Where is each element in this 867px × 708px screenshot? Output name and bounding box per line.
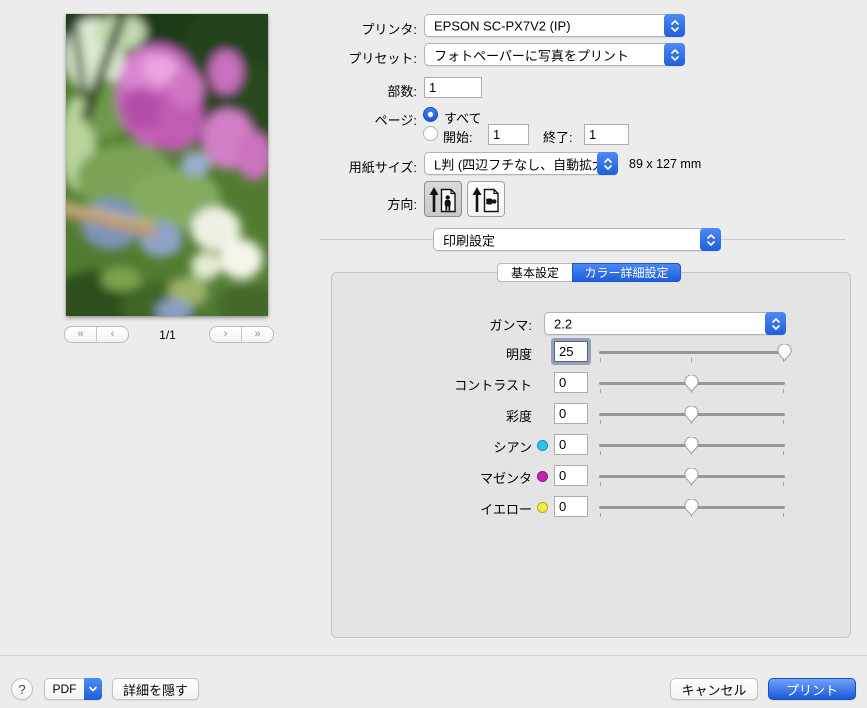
tick	[600, 420, 601, 424]
brightness-slider-thumb[interactable]	[777, 344, 792, 361]
copies-input[interactable]	[424, 77, 482, 98]
section-value: 印刷設定	[443, 233, 496, 248]
saturation-slider-thumb[interactable]	[684, 406, 699, 423]
pdf-menu-button[interactable]: PDF	[44, 678, 102, 700]
portrait-icon	[429, 186, 456, 212]
tick	[783, 389, 784, 393]
gamma-row: ガンマ: 2.2	[0, 312, 867, 338]
copies-label: 部数:	[387, 84, 417, 99]
yellow-input[interactable]	[554, 496, 588, 517]
tick	[600, 513, 601, 517]
landscape-icon	[472, 186, 499, 212]
chevron-up-down-icon	[597, 152, 618, 175]
yellow-color-dot	[537, 502, 548, 513]
gamma-popup[interactable]: 2.2	[544, 312, 786, 335]
tick	[783, 482, 784, 486]
cancel-button[interactable]: キャンセル	[670, 678, 758, 700]
printer-popup[interactable]: EPSON SC-PX7V2 (IP)	[424, 14, 685, 37]
brightness-slider-track[interactable]	[599, 351, 785, 354]
magenta-label: マゼンタ	[479, 471, 532, 486]
orientation-landscape-button[interactable]	[467, 181, 505, 217]
pages-range-radio[interactable]	[423, 126, 438, 141]
saturation-row: 彩度	[0, 403, 867, 429]
brightness-input[interactable]	[554, 341, 588, 362]
tick	[783, 420, 784, 424]
tick	[600, 451, 601, 455]
chevron-down-icon[interactable]	[84, 678, 102, 700]
yellow-row: イエロー	[0, 496, 867, 522]
preset-label: プリセット:	[348, 51, 417, 66]
pages-all-radio[interactable]	[423, 107, 438, 122]
cyan-slider-thumb[interactable]	[684, 437, 699, 454]
contrast-label: コントラスト	[454, 378, 532, 393]
paper-size-value: L判 (四辺フチなし、自動拡大)	[434, 157, 610, 172]
cyan-label: シアン	[493, 440, 532, 455]
brightness-row: 明度	[0, 341, 867, 367]
tab-color-detail-settings[interactable]: カラー詳細設定	[572, 263, 681, 282]
pages-from-label: 開始:	[443, 130, 473, 145]
tab-basic-settings[interactable]: 基本設定	[497, 263, 573, 282]
gamma-label: ガンマ:	[489, 318, 532, 333]
paper-size-popup[interactable]: L判 (四辺フチなし、自動拡大)	[424, 152, 618, 175]
yellow-label: イエロー	[480, 502, 532, 517]
hide-details-button[interactable]: 詳細を隠す	[112, 678, 199, 700]
gamma-value: 2.2	[554, 316, 573, 331]
magenta-input[interactable]	[554, 465, 588, 486]
chevron-up-down-icon	[664, 43, 685, 66]
pages-from-input[interactable]	[488, 124, 529, 145]
magenta-slider-thumb[interactable]	[684, 468, 699, 485]
chevron-up-down-icon	[765, 312, 786, 335]
print-preview-image	[66, 14, 268, 316]
cyan-row: シアン	[0, 434, 867, 460]
magenta-row: マゼンタ	[0, 465, 867, 491]
paper-size-label: 用紙サイズ:	[348, 160, 417, 175]
pages-all-label: すべて	[444, 111, 482, 126]
pages-to-label: 終了:	[543, 130, 573, 145]
printer-label: プリンタ:	[361, 22, 417, 37]
printer-value: EPSON SC-PX7V2 (IP)	[434, 18, 571, 33]
orientation-label: 方向:	[387, 197, 417, 212]
orientation-portrait-button[interactable]	[424, 181, 462, 217]
section-popup[interactable]: 印刷設定	[433, 228, 721, 251]
contrast-slider-thumb[interactable]	[684, 375, 699, 392]
footer-divider	[0, 655, 867, 656]
help-button[interactable]: ?	[11, 678, 33, 700]
saturation-input[interactable]	[554, 403, 588, 424]
paper-dimensions: 89 x 127 mm	[629, 157, 702, 171]
tick	[783, 513, 784, 517]
tick	[783, 451, 784, 455]
tick	[600, 358, 601, 362]
magenta-color-dot	[537, 471, 548, 482]
tick	[600, 389, 601, 393]
tick	[691, 358, 692, 362]
contrast-input[interactable]	[554, 372, 588, 393]
tick	[600, 482, 601, 486]
pages-label: ページ:	[374, 113, 417, 128]
contrast-row: コントラスト	[0, 372, 867, 398]
pages-to-input[interactable]	[584, 124, 629, 145]
chevron-up-down-icon	[664, 14, 685, 37]
print-button[interactable]: プリント	[768, 678, 856, 700]
chevron-up-down-icon	[700, 228, 721, 251]
flower-photo	[66, 14, 268, 316]
print-dialog: { "window": { "background": "#ececec", "…	[0, 0, 867, 708]
brightness-label: 明度	[505, 347, 532, 362]
pdf-label: PDF	[52, 682, 77, 696]
preset-value: フォトペーパーに写真をプリント	[434, 48, 629, 63]
saturation-label: 彩度	[505, 409, 532, 424]
cyan-color-dot	[537, 440, 548, 451]
yellow-slider-thumb[interactable]	[684, 499, 699, 516]
preset-popup[interactable]: フォトペーパーに写真をプリント	[424, 43, 685, 66]
cyan-input[interactable]	[554, 434, 588, 455]
